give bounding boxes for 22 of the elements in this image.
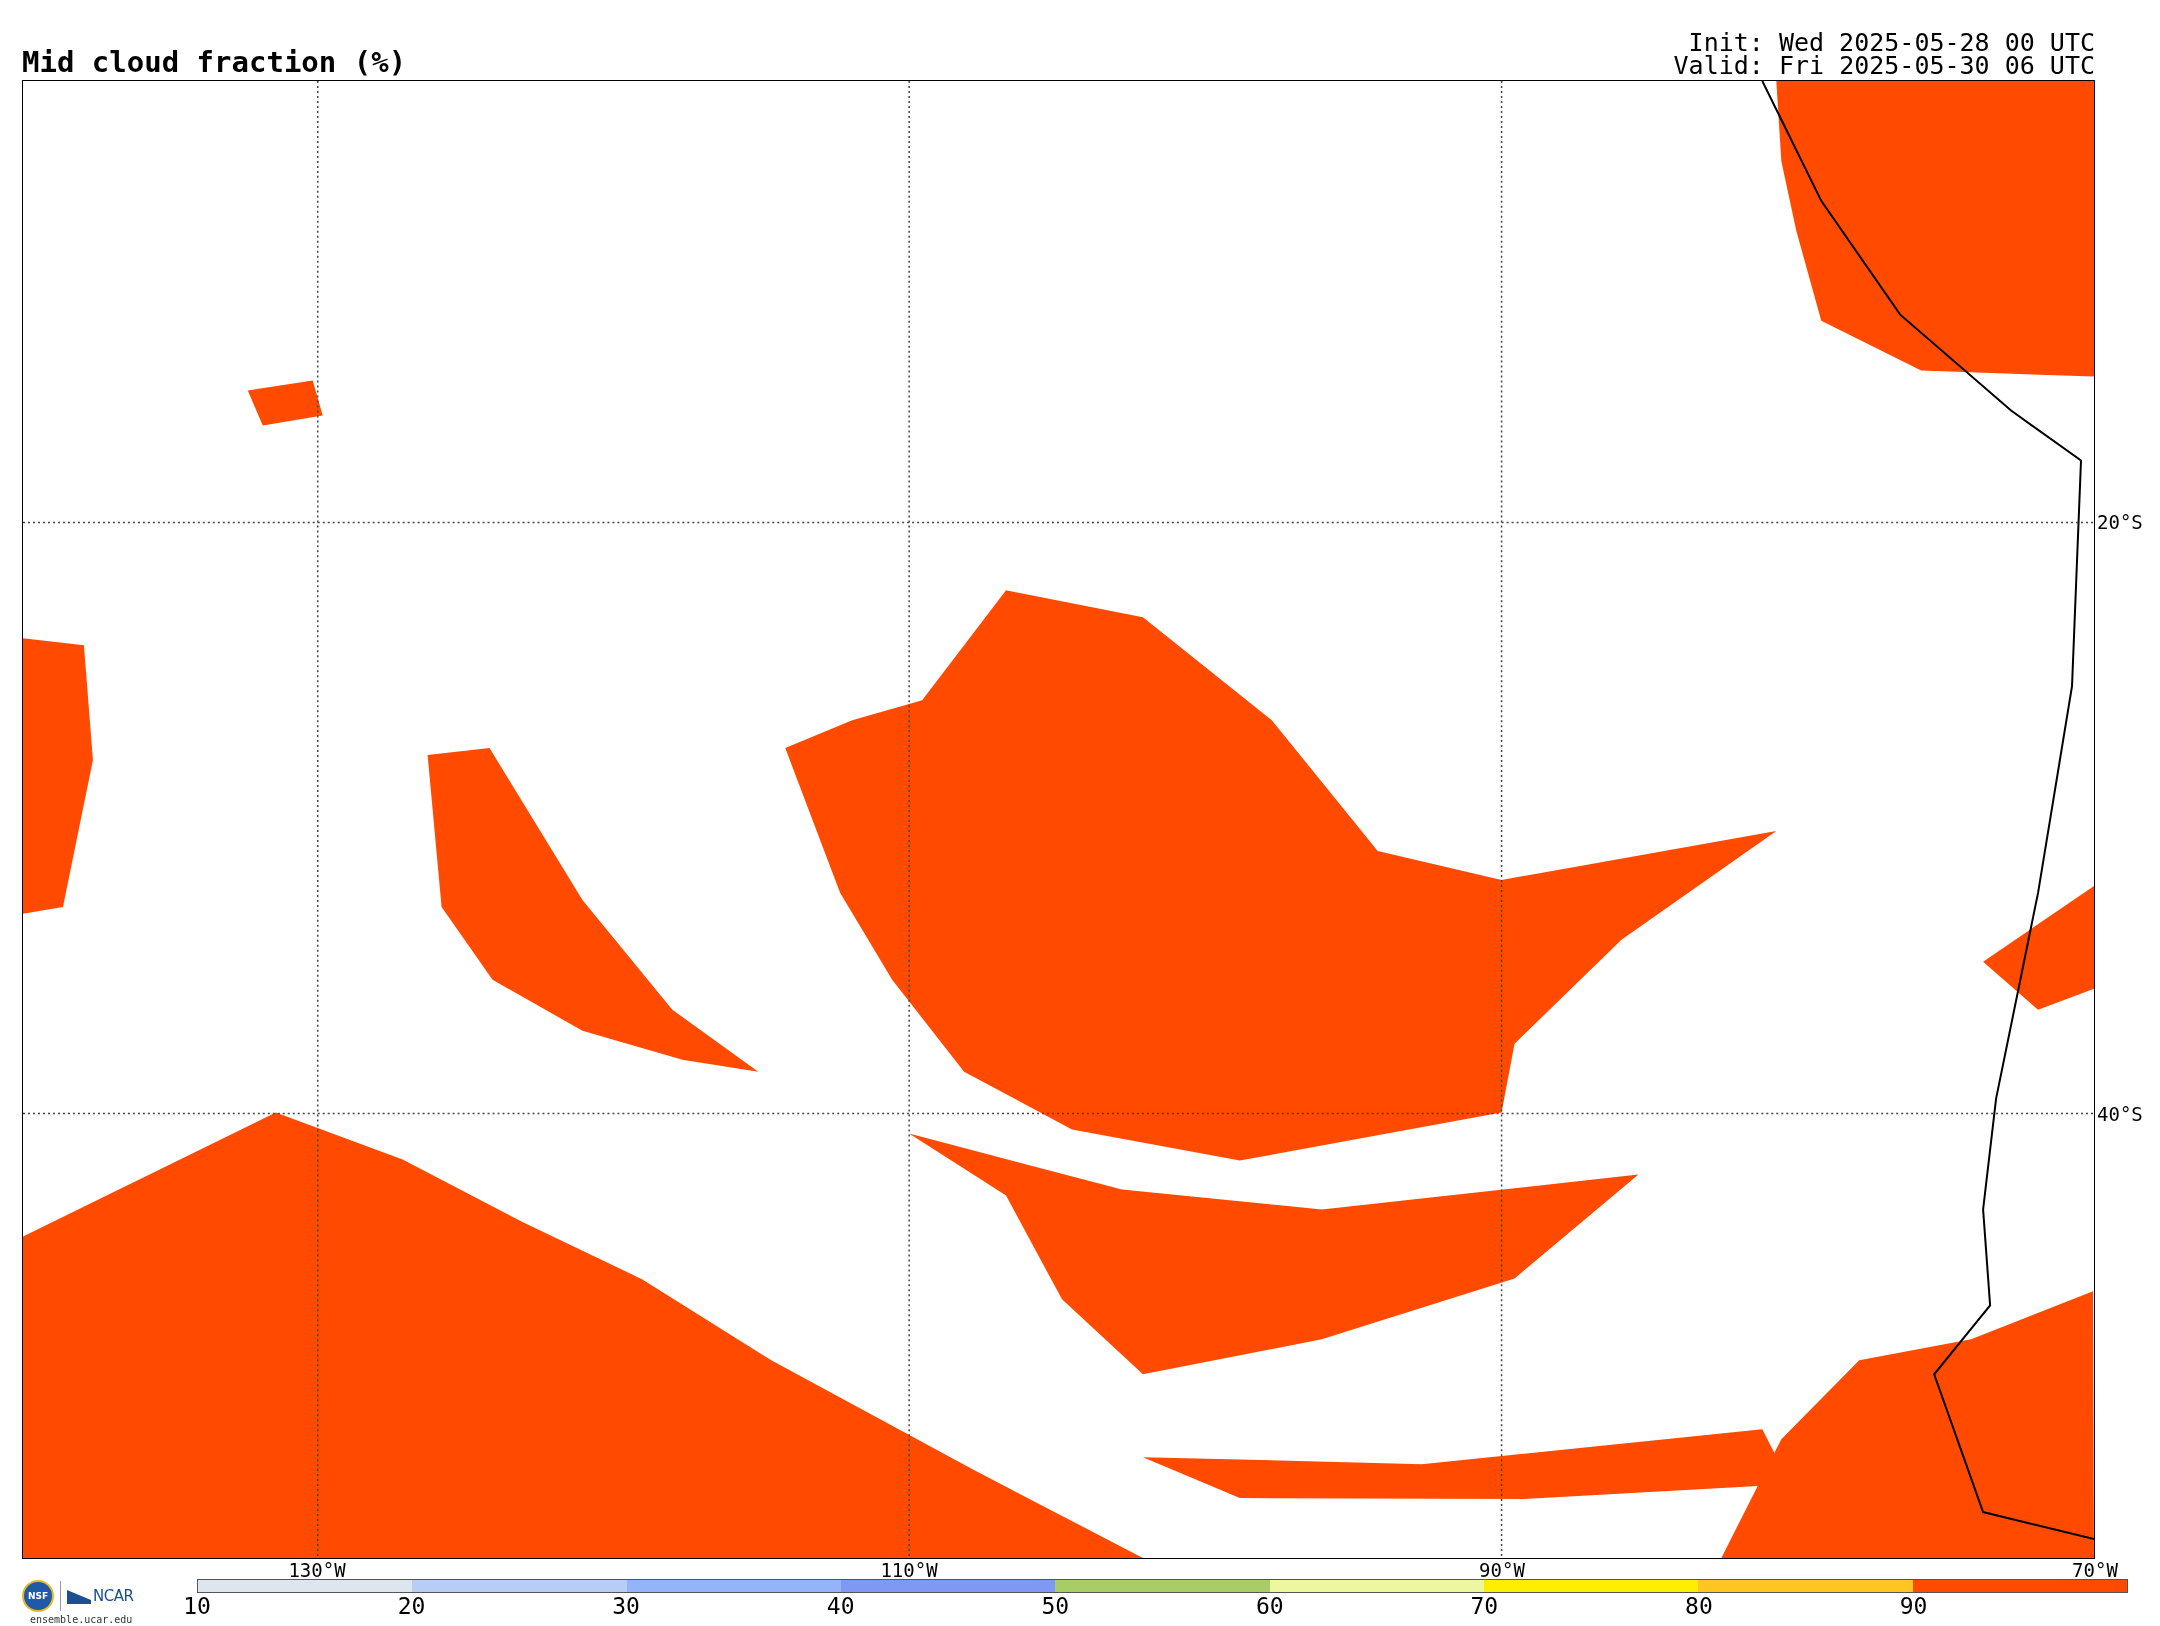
colorbar-label: 60 bbox=[1255, 1594, 1284, 1618]
longitude-label: 70°W bbox=[2072, 1560, 2118, 1580]
ncar-logo-text: NCAR bbox=[93, 1587, 134, 1605]
valid-time: Valid: Fri 2025-05-30 06 UTC bbox=[1673, 54, 2095, 77]
colorbar-label: 10 bbox=[183, 1594, 211, 1618]
longitude-label: 90°W bbox=[1479, 1560, 1525, 1580]
website-text: ensemble.ucar.edu bbox=[29, 1614, 134, 1625]
init-time: Init: Wed 2025-05-28 00 UTC bbox=[1688, 31, 2095, 54]
colorbar-label: 50 bbox=[1041, 1594, 1070, 1618]
colorbar-label: 40 bbox=[826, 1594, 855, 1618]
chart-title: Mid cloud fraction (%) bbox=[22, 48, 407, 77]
longitude-label: 110°W bbox=[880, 1560, 938, 1580]
colorbar-label: 20 bbox=[397, 1594, 426, 1618]
colorbar-label: 30 bbox=[612, 1594, 640, 1618]
longitude-label: 130°W bbox=[288, 1560, 346, 1580]
nsf-logo: NSF bbox=[22, 1580, 54, 1612]
colorbar-label: 90 bbox=[1899, 1594, 1928, 1618]
colorbar-label: 70 bbox=[1470, 1594, 1499, 1618]
ncar-logo-icon bbox=[67, 1588, 91, 1604]
latitude-label: 40°S bbox=[2097, 1104, 2143, 1124]
colorbar-label: 80 bbox=[1685, 1594, 1713, 1618]
latitude-label: 20°S bbox=[2097, 512, 2143, 532]
